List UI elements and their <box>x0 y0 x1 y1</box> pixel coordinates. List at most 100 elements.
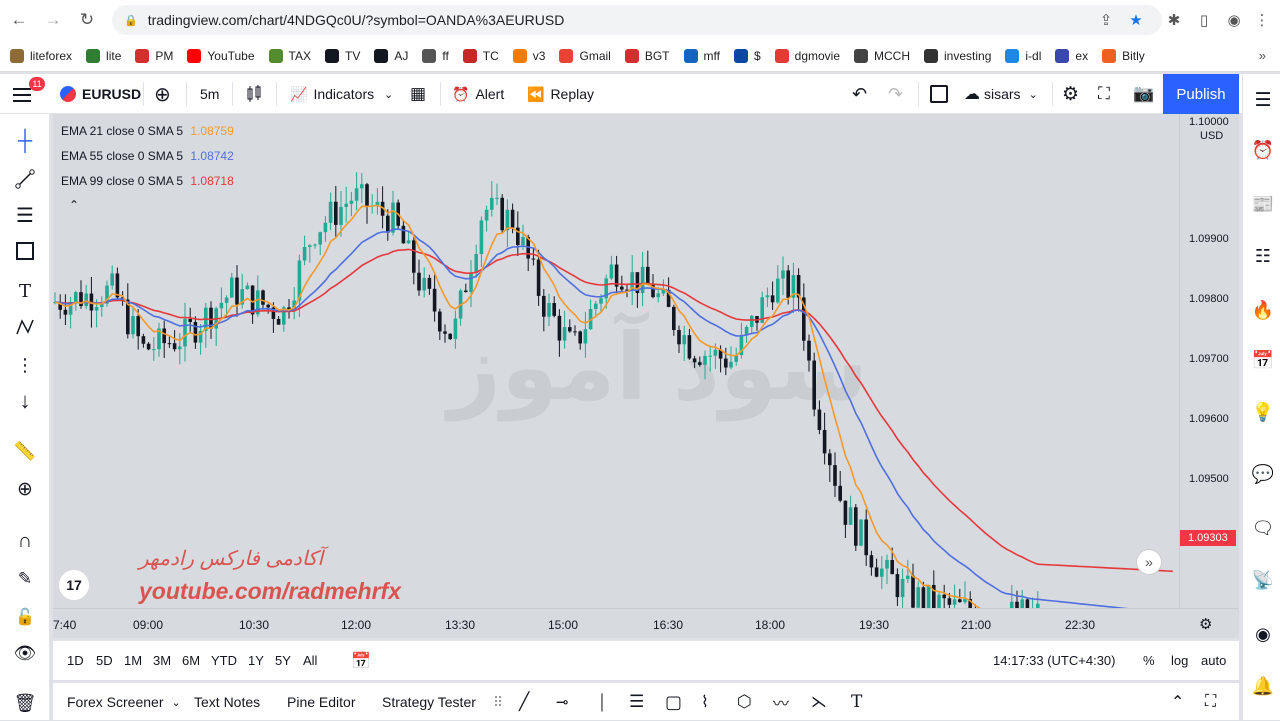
pencil-lock-icon[interactable]: ✎ <box>10 564 40 594</box>
bookmark-11[interactable]: BGT <box>624 48 670 63</box>
polygon-icon[interactable]: ⬡ <box>737 683 752 721</box>
bookmark-0[interactable]: liteforex <box>10 48 72 63</box>
publish-button[interactable]: Publish <box>1163 74 1239 114</box>
scroll-to-realtime-icon[interactable]: » <box>1136 549 1162 575</box>
collapse-legend-chevron-up-icon[interactable]: ⌃ <box>69 198 79 212</box>
trash-icon[interactable]: 🗑 <box>10 688 40 718</box>
watchlist-icon[interactable]: ☰ <box>1249 86 1277 114</box>
chat-icon[interactable]: 💬 <box>1249 460 1277 488</box>
candles-icon[interactable] <box>246 74 262 114</box>
camera-icon[interactable]: 📷 <box>1133 74 1154 114</box>
symbol-search[interactable]: EURUSD <box>60 74 141 114</box>
currency-label[interactable]: USD <box>1200 130 1223 142</box>
goto-date-icon[interactable]: 📅 <box>351 651 371 671</box>
bookmark-18[interactable]: ex <box>1055 48 1088 63</box>
log-scale-toggle[interactable]: log <box>1171 653 1188 668</box>
bookmarks-overflow-icon[interactable]: » <box>1259 48 1266 63</box>
crosshair-icon[interactable]: ┼ <box>10 126 40 156</box>
share-icon[interactable]: ⇪ <box>1094 8 1118 32</box>
ruler-icon[interactable]: 📏 <box>10 436 40 466</box>
magnet-icon[interactable]: ∩ <box>10 526 40 556</box>
bookmark-2[interactable]: PM <box>135 48 173 63</box>
tab-forex-screener[interactable]: Forex Screener ⌄ <box>67 683 181 721</box>
chevron-up-icon[interactable]: ⌃ <box>1171 683 1184 721</box>
rectangle-icon[interactable] <box>10 236 40 266</box>
bookmark-14[interactable]: dgmovie <box>774 48 840 63</box>
arrow-down-icon[interactable]: ↓ <box>10 386 40 416</box>
range-button-ytd[interactable]: YTD <box>211 653 237 668</box>
path-tool-icon[interactable]: ⌇ <box>701 683 709 721</box>
profile-icon[interactable]: ◉ <box>1222 8 1246 32</box>
bookmark-5[interactable]: TV <box>324 48 360 63</box>
rectangle-tool-icon[interactable]: ▢ <box>665 683 682 721</box>
range-button-6m[interactable]: 6M <box>182 653 200 668</box>
range-button-1d[interactable]: 1D <box>67 653 84 668</box>
settings-gear-icon[interactable]: ⚙ <box>1062 74 1079 114</box>
menu-dots-icon[interactable]: ⋮ <box>1250 8 1274 32</box>
legend-ema-21[interactable]: EMA 21 close 0 SMA 5 1.08759 <box>61 124 234 138</box>
streams-icon[interactable]: 📡 <box>1249 566 1277 594</box>
chevron-down-icon[interactable]: ⌄ <box>384 74 393 114</box>
bookmark-17[interactable]: i-dl <box>1005 48 1041 63</box>
range-button-1m[interactable]: 1M <box>124 653 142 668</box>
range-button-3m[interactable]: 3M <box>153 653 171 668</box>
replay-button[interactable]: ⏪ Replay <box>527 74 594 114</box>
reload-icon[interactable]: ↻ <box>72 5 102 35</box>
vertical-line-icon[interactable]: │ <box>598 683 607 721</box>
range-button-1y[interactable]: 1Y <box>248 653 264 668</box>
bookmark-13[interactable]: $ <box>733 48 761 63</box>
layout-name-button[interactable]: ☁ sisars ⌄ <box>964 74 1038 114</box>
percent-scale-toggle[interactable]: % <box>1143 653 1155 668</box>
tab-strategy-tester[interactable]: Strategy Tester <box>382 683 476 721</box>
tab-pine-editor[interactable]: Pine Editor <box>287 683 355 721</box>
lock-icon[interactable]: 🔓 <box>10 602 40 632</box>
fib-retracement-icon[interactable]: ☰ <box>10 200 40 230</box>
legend-ema-55[interactable]: EMA 55 close 0 SMA 5 1.08742 <box>61 149 234 163</box>
alerts-clock-icon[interactable]: ⏰ <box>1249 136 1277 164</box>
news-icon[interactable]: 📰 <box>1249 190 1277 218</box>
line-tool-icon[interactable]: ╱ <box>519 683 529 721</box>
compare-add-icon[interactable]: ⊕ <box>154 74 171 114</box>
axis-settings-gear-icon[interactable]: ⚙ <box>1199 615 1212 633</box>
forward-icon[interactable]: → <box>38 5 68 35</box>
indicators-button[interactable]: 📈 Indicators <box>290 74 374 114</box>
bookmark-15[interactable]: MCCH <box>854 48 910 63</box>
auto-scale-toggle[interactable]: auto <box>1201 653 1226 668</box>
prediction-icon[interactable]: ⋮ <box>10 350 40 380</box>
legend-ema-99[interactable]: EMA 99 close 0 SMA 5 1.08718 <box>61 174 234 188</box>
fullscreen-icon[interactable]: ⛶ <box>1098 74 1110 114</box>
horizontal-ray-icon[interactable]: ⊸ <box>556 683 569 721</box>
calendar-list-icon[interactable]: ☷ <box>1249 242 1277 270</box>
extensions-icon[interactable]: ✱ <box>1162 8 1186 32</box>
tab-text-notes[interactable]: Text Notes <box>194 683 260 721</box>
text-tool-icon[interactable]: T <box>10 276 40 306</box>
bookmark-10[interactable]: Gmail <box>559 48 611 63</box>
star-icon[interactable]: ★ <box>1124 8 1148 32</box>
drag-handle-icon[interactable]: ⠿ <box>493 683 503 721</box>
tradingview-logo[interactable]: 17 <box>59 570 89 600</box>
chats-icon[interactable]: 🗨 <box>1249 514 1277 542</box>
maximize-panel-icon[interactable]: ⛶ <box>1205 683 1216 721</box>
text-icon[interactable]: T <box>851 683 862 721</box>
bookmark-12[interactable]: mff <box>683 48 720 63</box>
zoom-in-icon[interactable]: ⊕ <box>10 474 40 504</box>
sidepanel-icon[interactable]: ▯ <box>1192 8 1216 32</box>
layout-square-icon[interactable] <box>930 74 948 114</box>
bookmark-3[interactable]: YouTube <box>187 48 255 63</box>
bookmark-8[interactable]: TC <box>462 48 499 63</box>
clock-time[interactable]: 14:17:33 (UTC+4:30) <box>993 653 1115 668</box>
notifications-bell-icon[interactable]: 🔔 <box>1249 672 1277 700</box>
bookmark-1[interactable]: lite <box>86 48 121 63</box>
price-axis[interactable]: USD 1.10000 1.09900 1.09800 1.09700 1.09600 1… <box>1179 114 1239 665</box>
interval-button[interactable]: 5m <box>200 74 219 114</box>
bookmark-4[interactable]: TAX <box>268 48 311 63</box>
alert-button[interactable]: ⏰ Alert <box>452 74 504 114</box>
broadcast-icon[interactable]: ◉ <box>1249 620 1277 648</box>
back-icon[interactable]: ← <box>4 5 34 35</box>
address-bar[interactable]: 🔒 tradingview.com/chart/4NDGQc0U/?symbol… <box>112 5 1162 35</box>
ideas-bulb-icon[interactable]: 💡 <box>1249 398 1277 426</box>
hotlist-flame-icon[interactable]: 🔥 <box>1249 296 1277 324</box>
bookmark-7[interactable]: ff <box>422 48 449 63</box>
bookmark-9[interactable]: v3 <box>512 48 545 63</box>
time-axis[interactable]: 7:40 09:00 10:30 12:00 13:30 15:00 16:30 18:00 1… <box>53 608 1239 638</box>
